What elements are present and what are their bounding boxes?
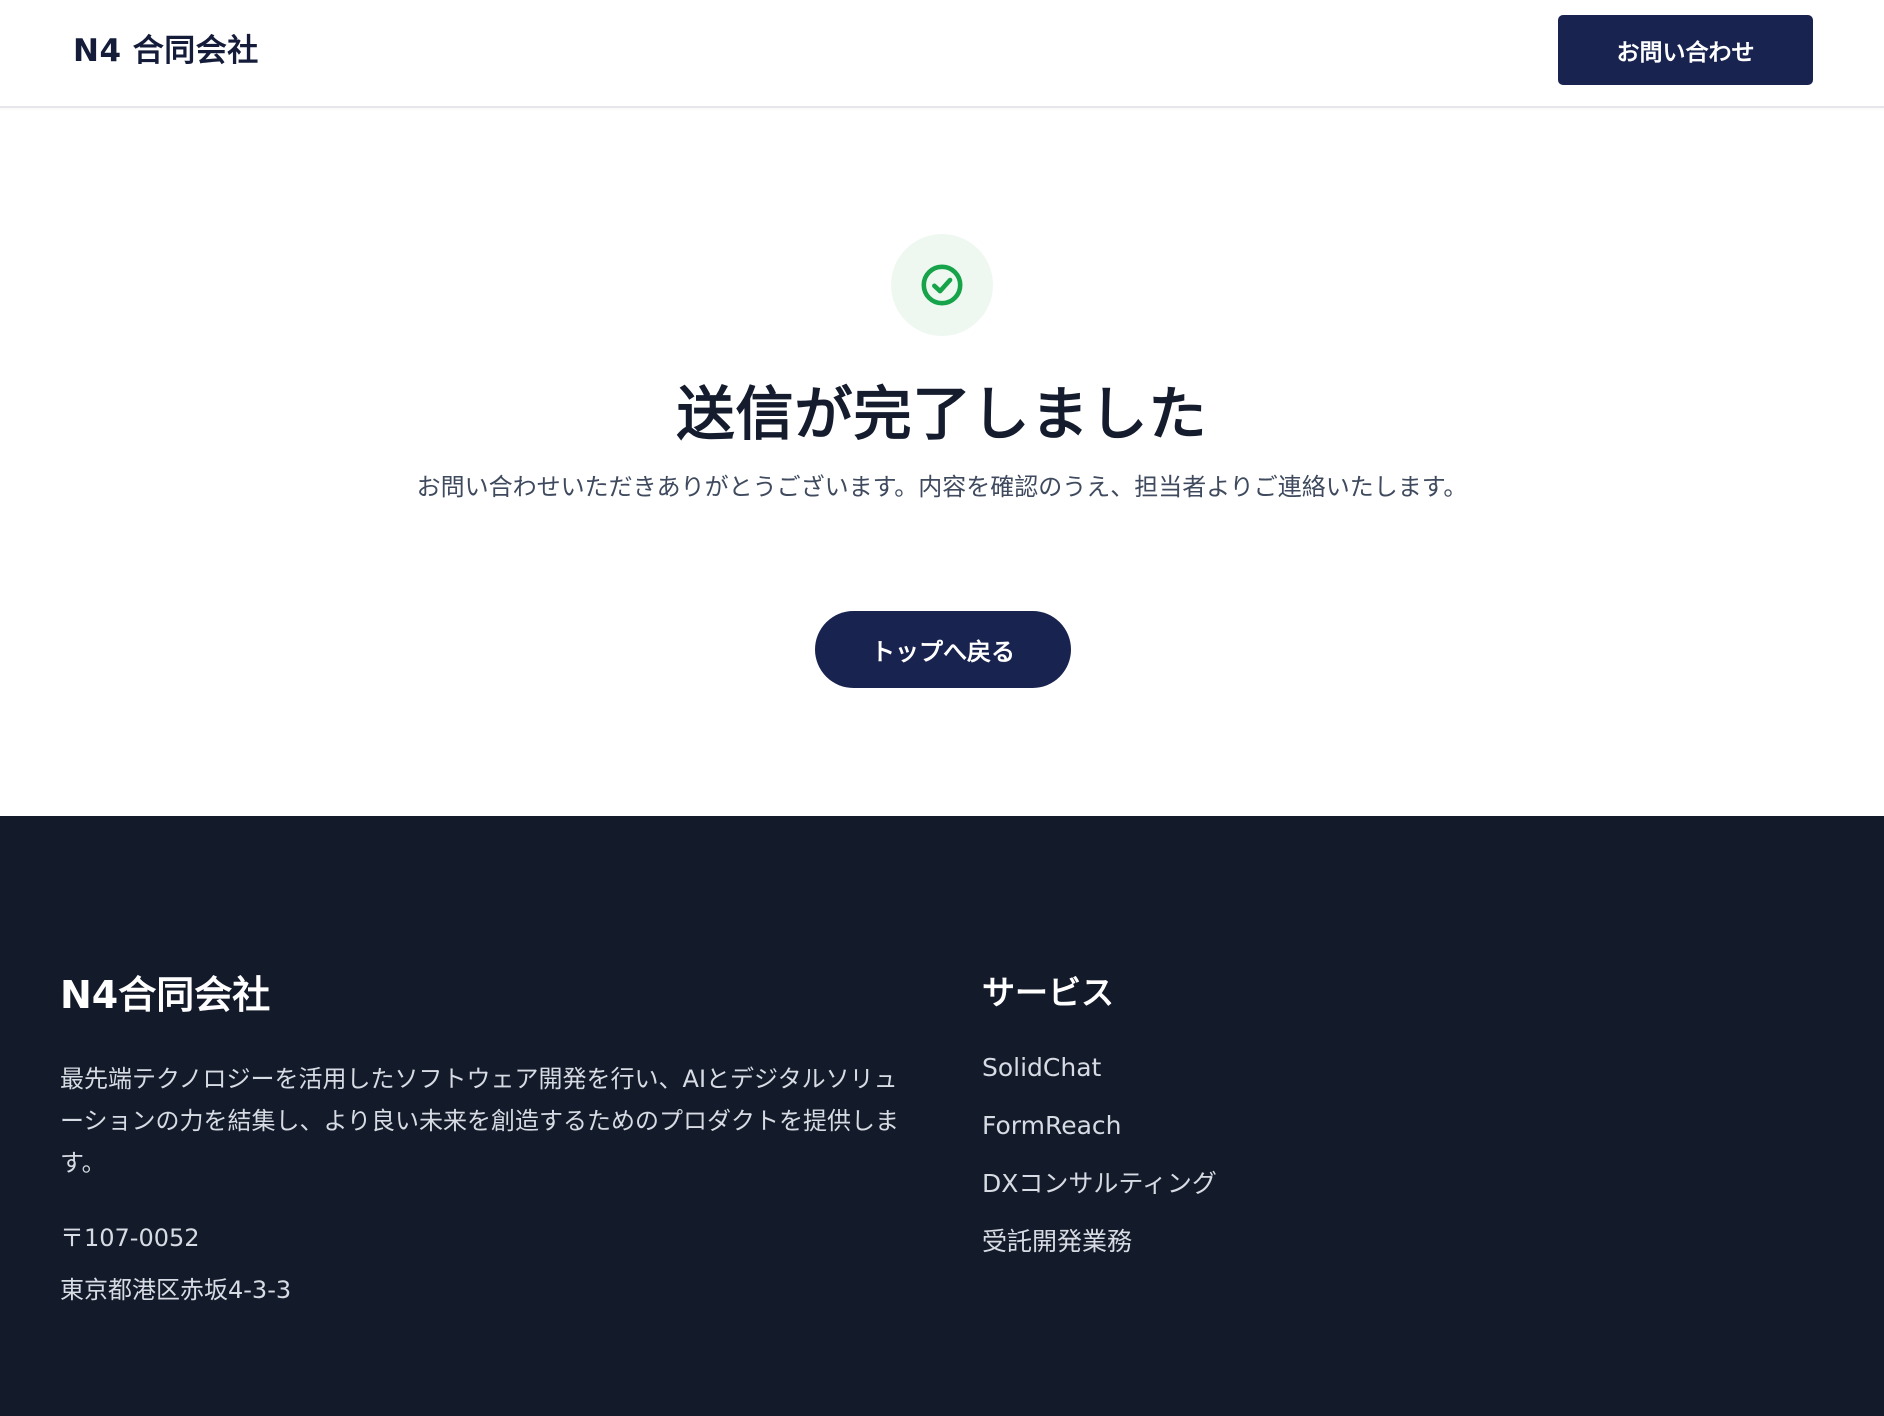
success-badge [891,234,993,336]
footer-service-link-formreach[interactable]: FormReach [982,1108,1217,1166]
footer-address: 東京都港区赤坂4-3-3 [60,1276,292,1304]
contact-button[interactable]: お問い合わせ [1558,15,1813,85]
footer-description: 最先端テクノロジーを活用したソフトウェア開発を行い、AIとデジタルソリューション… [60,1065,900,1177]
footer-postal-code: 〒107-0052 [60,1224,200,1252]
back-to-top-button[interactable]: トップへ戻る [815,611,1071,688]
site-logo[interactable]: N4 合同会社 [73,31,259,71]
page-title: 送信が完了しました [676,380,1208,448]
success-message: お問い合わせいただきありがとうございます。内容を確認のうえ、担当者よりご連絡いた… [416,473,1468,501]
check-circle-icon [921,264,963,306]
site-footer: N4合同会社 最先端テクノロジーを活用したソフトウェア開発を行い、AIとデジタル… [0,816,1884,1416]
footer-service-link-solidchat[interactable]: SolidChat [982,1050,1217,1108]
site-header: N4 合同会社 お問い合わせ [0,0,1884,108]
footer-service-link-dx-consulting[interactable]: DXコンサルティング [982,1166,1217,1224]
footer-company-name: N4合同会社 [60,973,271,1017]
footer-service-link-contract-development[interactable]: 受託開発業務 [982,1224,1217,1282]
main-content: 送信が完了しました お問い合わせいただきありがとうございます。内容を確認のうえ、… [0,108,1884,816]
footer-services-list: SolidChat FormReach DXコンサルティング 受託開発業務 [982,1050,1217,1282]
footer-services-heading: サービス [982,973,1114,1012]
